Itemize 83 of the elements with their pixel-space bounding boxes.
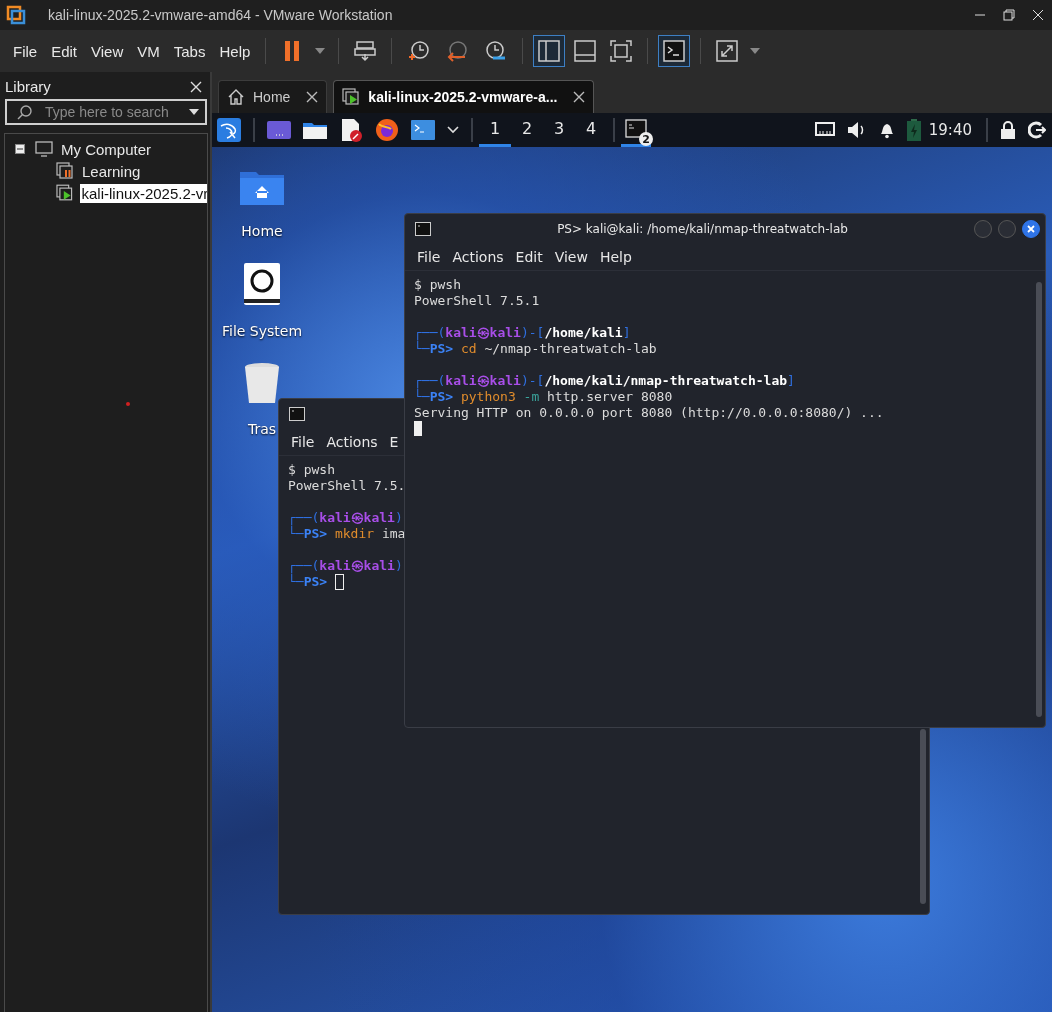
virtual-machine-icon: [56, 184, 74, 202]
workspace-button[interactable]: 2: [511, 113, 543, 147]
console-view-button[interactable]: [658, 35, 691, 67]
scrollbar[interactable]: [1036, 282, 1042, 717]
menu-item[interactable]: Edit: [509, 249, 549, 265]
restore-icon: [1002, 9, 1015, 21]
menu-item[interactable]: Edit: [44, 38, 85, 64]
menu-item[interactable]: VM: [130, 38, 167, 64]
clock-plus-icon: [407, 39, 432, 63]
window-title: kali-linux-2025.2-vmware-amd64 - VMware Workstation: [48, 7, 393, 23]
menu-item[interactable]: E: [383, 434, 405, 450]
search-icon: [17, 104, 33, 120]
bell-icon[interactable]: [878, 121, 895, 139]
prompt-line: ┌──(kali㉿kali): [288, 510, 404, 526]
virtual-machine-icon: [56, 162, 74, 180]
prompt-line: ┌──(kali㉿kali)-[/home/kali/nmap-threatwatch-lab]: [414, 373, 796, 389]
menu-item[interactable]: File: [285, 434, 321, 450]
dropdown-caret-icon: [189, 109, 199, 115]
terminal-icon: [415, 222, 431, 236]
output-line: $ pwsh: [414, 277, 462, 293]
prompt-line: ┌──(kali㉿kali)-[/home/kali]: [414, 325, 632, 341]
menu-item[interactable]: Actions: [446, 249, 510, 265]
text-editor-icon[interactable]: [339, 118, 363, 142]
chevron-icon[interactable]: [447, 126, 459, 134]
trash-icon[interactable]: [244, 363, 280, 403]
tab[interactable]: Home: [218, 80, 328, 113]
terminal-app-icon[interactable]: [411, 119, 435, 141]
app-logo-icon: [6, 5, 26, 25]
output-line: Serving HTTP on 0.0.0.0 port 8080 (http://0.0.0.0:8080/) ...: [414, 405, 885, 421]
virtual-machine-icon: [342, 88, 361, 106]
menu-item[interactable]: Actions: [320, 434, 384, 450]
battery-icon[interactable]: [906, 119, 921, 141]
text-cursor: [414, 421, 422, 436]
menu-item[interactable]: Help: [593, 249, 638, 265]
command-line: └─PS> cd ~/nmap-threatwatch-lab: [414, 341, 657, 357]
menu-item[interactable]: File: [411, 249, 447, 265]
scrollbar[interactable]: [920, 729, 926, 904]
home-folder-icon[interactable]: [240, 169, 284, 205]
desktop-icon-label[interactable]: File System: [221, 323, 303, 339]
tab[interactable]: kali-linux-2025.2-vmware-a...: [333, 80, 595, 113]
output-line: PowerShell 7.5.1: [414, 293, 541, 309]
collapse-toggle[interactable]: [15, 144, 25, 154]
terminal-title: PS> kali@kali: /home/kali/nmap-threatwatch-lab: [556, 222, 849, 236]
monitor-icon: [35, 141, 53, 157]
close-icon[interactable]: [306, 91, 319, 103]
pointer-dot: [126, 402, 130, 406]
prompt-line: ┌──(kali㉿kali): [288, 558, 404, 574]
search-field[interactable]: Type here to search: [5, 99, 207, 125]
menu-app-icon[interactable]: [267, 120, 291, 140]
close-icon: [1031, 9, 1044, 21]
command-line: └─PS>: [288, 574, 328, 590]
clock-icon: [483, 39, 508, 63]
menu-item[interactable]: File: [6, 38, 45, 64]
menu-item[interactable]: Tabs: [166, 38, 213, 64]
menu-item[interactable]: View: [548, 249, 594, 265]
logout-icon[interactable]: [1028, 121, 1046, 139]
workspace-button[interactable]: 3: [543, 113, 575, 147]
lock-icon[interactable]: [1000, 121, 1016, 139]
desktop-icon-label[interactable]: Tras: [247, 421, 277, 437]
tree-item[interactable]: My Computer: [59, 139, 154, 159]
menu-item[interactable]: Help: [212, 38, 258, 64]
command-line: └─PS> mkdir ima: [288, 526, 406, 542]
command-line: └─PS> python3 -m http.server 8080: [414, 389, 673, 405]
view-mode-button[interactable]: [533, 35, 566, 67]
close-button[interactable]: [1022, 220, 1040, 238]
drive-icon[interactable]: [244, 263, 280, 305]
browser-icon[interactable]: [375, 118, 399, 142]
close-icon[interactable]: [573, 91, 586, 103]
close-icon: [1026, 224, 1036, 234]
home-icon: [227, 88, 245, 106]
dragon-logo-icon[interactable]: [217, 118, 241, 142]
tree-item[interactable]: Learning: [80, 161, 143, 181]
terminal-icon: [289, 407, 305, 421]
desktop-icon-label[interactable]: Home: [241, 223, 283, 239]
output-line: $ pwsh: [288, 462, 336, 478]
network-icon[interactable]: [814, 122, 835, 138]
output-line: PowerShell 7.5.: [288, 478, 407, 494]
window-count-badge: 2: [639, 132, 653, 146]
folder-icon[interactable]: [303, 120, 327, 140]
clock: 19:40: [928, 121, 972, 139]
workspace-button[interactable]: 4: [575, 113, 607, 147]
menu-item[interactable]: View: [84, 38, 131, 64]
library-title: Library: [5, 78, 51, 95]
